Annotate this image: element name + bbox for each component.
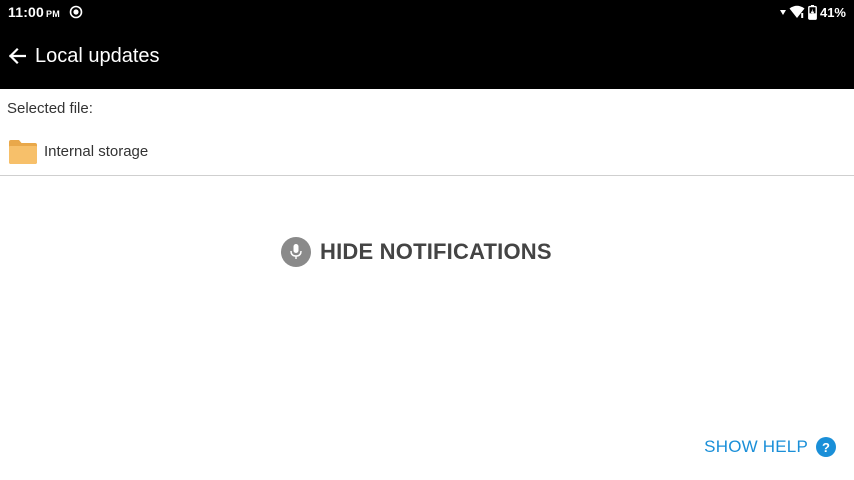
selected-file-label: Selected file: — [7, 100, 93, 117]
status-icons: 41% — [779, 4, 846, 20]
status-time-value: 11:00 — [8, 4, 45, 20]
show-help-button[interactable]: SHOW HELP ? — [704, 436, 836, 458]
battery-percent: 41% — [819, 4, 846, 20]
help-icon: ? — [816, 437, 836, 457]
divider — [0, 175, 854, 176]
status-clock: 11:00 PM — [8, 4, 60, 20]
internal-storage-label: Internal storage — [44, 143, 149, 160]
back-arrow-icon — [8, 47, 26, 65]
page-title: Local updates — [35, 45, 160, 67]
status-bar: 11:00 PM 41% — [0, 0, 854, 24]
status-time-ampm: PM — [46, 9, 60, 19]
folder-icon — [9, 140, 37, 164]
back-button[interactable] — [4, 43, 30, 69]
cast-icon — [69, 5, 83, 19]
microphone-icon — [281, 237, 311, 267]
signal-down-icon — [779, 10, 786, 15]
hide-notifications-label: HIDE NOTIFICATIONS — [320, 239, 552, 264]
app-bar: Local updates — [0, 24, 854, 89]
hide-notifications-button[interactable]: HIDE NOTIFICATIONS — [281, 236, 552, 268]
wifi-icon — [789, 5, 805, 18]
show-help-label: SHOW HELP — [704, 437, 808, 456]
internal-storage-item[interactable]: Internal storage — [0, 131, 854, 175]
battery-charging-icon — [808, 4, 817, 20]
